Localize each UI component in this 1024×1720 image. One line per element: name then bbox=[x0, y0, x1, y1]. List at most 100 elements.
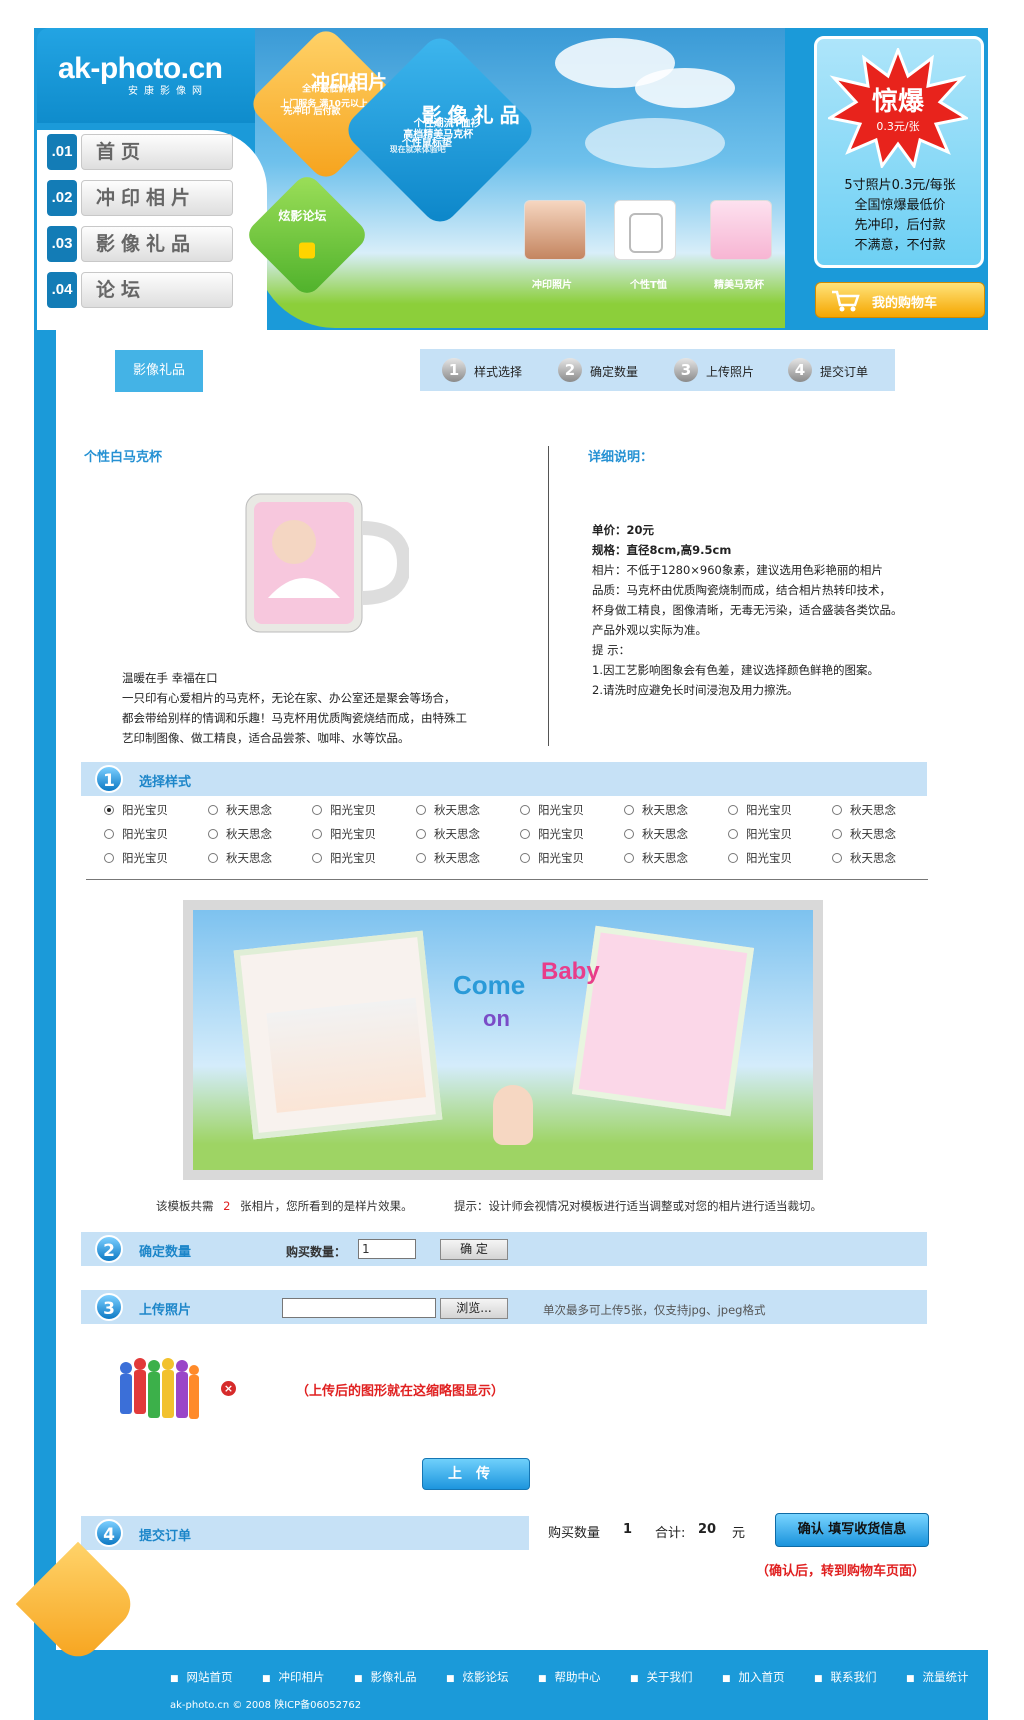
radio-icon[interactable] bbox=[312, 829, 322, 839]
tile-line: 现在就来体验吧 bbox=[389, 144, 446, 154]
style-option-label: 阳光宝贝 bbox=[330, 851, 376, 865]
quantity-confirm-button[interactable]: 确 定 bbox=[440, 1239, 508, 1260]
style-option-label: 阳光宝贝 bbox=[538, 827, 584, 841]
style-option-label: 阳光宝贝 bbox=[122, 827, 168, 841]
style-option[interactable]: 阳光宝贝 bbox=[520, 826, 584, 842]
style-option[interactable]: 阳光宝贝 bbox=[104, 850, 168, 866]
style-option[interactable]: 阳光宝贝 bbox=[104, 802, 168, 818]
radio-icon[interactable] bbox=[624, 853, 634, 863]
quantity-input[interactable]: 1 bbox=[358, 1239, 416, 1259]
style-option[interactable]: 秋天思念 bbox=[624, 826, 688, 842]
style-option[interactable]: 秋天思念 bbox=[832, 826, 896, 842]
divider bbox=[86, 879, 928, 880]
radio-icon[interactable] bbox=[624, 829, 634, 839]
radio-icon[interactable] bbox=[416, 829, 426, 839]
nav-item-print[interactable]: .02 冲印相片 bbox=[47, 180, 233, 216]
hint-post: 张相片，您所看到的是样片效果。 bbox=[240, 1199, 413, 1213]
radio-icon[interactable] bbox=[416, 853, 426, 863]
radio-icon[interactable] bbox=[208, 805, 218, 815]
style-option[interactable]: 秋天思念 bbox=[416, 802, 480, 818]
product-title: 个性白马克杯 bbox=[84, 450, 163, 465]
style-option[interactable]: 阳光宝贝 bbox=[520, 850, 584, 866]
product-description: 温暖在手 幸福在口 一只印有心爱相片的马克杯，无论在家、办公室还是聚会等场合， … bbox=[122, 668, 522, 748]
site-logo-subtitle: 安康影像网 bbox=[128, 86, 208, 97]
style-option[interactable]: 阳光宝贝 bbox=[520, 802, 584, 818]
nav-item-gifts[interactable]: .03 影像礼品 bbox=[47, 226, 233, 262]
file-path-input[interactable] bbox=[282, 1298, 436, 1318]
style-option[interactable]: 秋天思念 bbox=[416, 826, 480, 842]
footer-links: 网站首页 冲印相片 影像礼品 炫影论坛 帮助中心 关于我们 加入首页 联系我们 流量统计 bbox=[170, 1669, 970, 1687]
footer-link[interactable]: 冲印相片 bbox=[262, 1669, 325, 1685]
radio-icon[interactable] bbox=[104, 805, 114, 815]
style-option[interactable]: 阳光宝贝 bbox=[312, 802, 376, 818]
style-option[interactable]: 阳光宝贝 bbox=[312, 850, 376, 866]
radio-icon[interactable] bbox=[624, 805, 634, 815]
tshirt-thumbnail[interactable] bbox=[614, 200, 676, 260]
nav-label[interactable]: 冲印相片 bbox=[81, 180, 233, 216]
radio-icon[interactable] bbox=[728, 853, 738, 863]
nav-item-forum[interactable]: .04 论坛 bbox=[47, 272, 233, 308]
footer-link[interactable]: 关于我们 bbox=[630, 1669, 693, 1685]
radio-icon[interactable] bbox=[728, 805, 738, 815]
style-option[interactable]: 秋天思念 bbox=[624, 850, 688, 866]
style-option-label: 阳光宝贝 bbox=[538, 851, 584, 865]
radio-icon[interactable] bbox=[208, 829, 218, 839]
style-option[interactable]: 秋天思念 bbox=[208, 802, 272, 818]
nav-item-home[interactable]: .01 首页 bbox=[47, 134, 233, 170]
radio-icon[interactable] bbox=[832, 853, 842, 863]
style-option[interactable]: 秋天思念 bbox=[208, 826, 272, 842]
style-option[interactable]: 秋天思念 bbox=[832, 850, 896, 866]
radio-icon[interactable] bbox=[520, 829, 530, 839]
nav-label[interactable]: 首页 bbox=[81, 134, 233, 170]
style-option-label: 阳光宝贝 bbox=[122, 803, 168, 817]
browse-button[interactable]: 浏览... bbox=[440, 1298, 508, 1319]
style-option-label: 阳光宝贝 bbox=[122, 851, 168, 865]
style-option[interactable]: 阳光宝贝 bbox=[104, 826, 168, 842]
radio-icon[interactable] bbox=[520, 805, 530, 815]
footer-link[interactable]: 加入首页 bbox=[722, 1669, 785, 1685]
site-logo[interactable]: ak-photo.cn bbox=[58, 52, 223, 86]
style-option[interactable]: 阳光宝贝 bbox=[312, 826, 376, 842]
upload-button[interactable]: 上传 bbox=[422, 1458, 530, 1490]
cart-button[interactable]: 我的购物车 bbox=[815, 282, 985, 318]
summary-unit: 元 bbox=[732, 1526, 746, 1541]
style-option[interactable]: 秋天思念 bbox=[208, 850, 272, 866]
style-option[interactable]: 阳光宝贝 bbox=[728, 850, 792, 866]
nav-label[interactable]: 影像礼品 bbox=[81, 226, 233, 262]
radio-icon[interactable] bbox=[104, 829, 114, 839]
print-photo-thumbnail[interactable] bbox=[524, 200, 586, 260]
step-number: 2 bbox=[558, 358, 582, 382]
radio-icon[interactable] bbox=[208, 853, 218, 863]
footer-link[interactable]: 帮助中心 bbox=[538, 1669, 601, 1685]
radio-icon[interactable] bbox=[520, 853, 530, 863]
cart-label: 我的购物车 bbox=[872, 296, 938, 311]
radio-icon[interactable] bbox=[104, 853, 114, 863]
style-option[interactable]: 阳光宝贝 bbox=[728, 802, 792, 818]
radio-icon[interactable] bbox=[728, 829, 738, 839]
footer-link[interactable]: 影像礼品 bbox=[354, 1669, 417, 1685]
style-option[interactable]: 秋天思念 bbox=[832, 802, 896, 818]
radio-icon[interactable] bbox=[832, 805, 842, 815]
template-photo-right bbox=[571, 925, 755, 1117]
remove-icon[interactable]: × bbox=[221, 1381, 236, 1396]
style-option[interactable]: 阳光宝贝 bbox=[728, 826, 792, 842]
footer-link[interactable]: 炫影论坛 bbox=[446, 1669, 509, 1685]
radio-icon[interactable] bbox=[312, 853, 322, 863]
radio-icon[interactable] bbox=[312, 805, 322, 815]
radio-icon[interactable] bbox=[832, 829, 842, 839]
footer-link[interactable]: 网站首页 bbox=[170, 1669, 233, 1685]
promo-lines: 5寸照片0.3元/每张 全国惊爆最低价 先冲印，后付款 不满意，不付款 bbox=[820, 176, 980, 256]
mug-thumbnail[interactable] bbox=[710, 200, 772, 260]
confirm-order-button[interactable]: 确认 填写收货信息 bbox=[775, 1513, 929, 1547]
detail-line: 品质：马克杯由优质陶瓷烧制而成，结合相片热转印技术， bbox=[592, 583, 891, 597]
footer-link[interactable]: 流量统计 bbox=[906, 1669, 969, 1685]
footer-link[interactable]: 联系我们 bbox=[814, 1669, 877, 1685]
detail-line: 1.因工艺影响图象会有色差，建议选择颜色鲜艳的图案。 bbox=[592, 663, 879, 677]
style-option[interactable]: 秋天思念 bbox=[416, 850, 480, 866]
style-option-label: 秋天思念 bbox=[434, 851, 480, 865]
template-text-on: on bbox=[483, 1006, 510, 1031]
summary-total-label: 合计: bbox=[655, 1526, 686, 1541]
nav-label[interactable]: 论坛 bbox=[81, 272, 233, 308]
radio-icon[interactable] bbox=[416, 805, 426, 815]
style-option[interactable]: 秋天思念 bbox=[624, 802, 688, 818]
